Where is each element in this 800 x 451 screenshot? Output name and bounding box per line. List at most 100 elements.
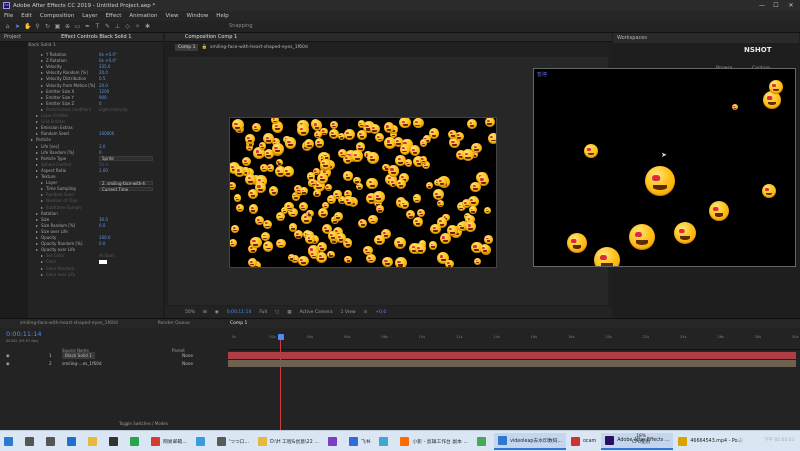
menu-window[interactable]: Window: [187, 13, 209, 19]
playhead-handle[interactable]: [278, 334, 284, 340]
visibility-icon[interactable]: ◉: [6, 360, 10, 367]
effect-property-row[interactable]: Velocity Distribution ▸ 0.5: [0, 76, 160, 82]
tab-render-queue[interactable]: Render Queue: [158, 321, 190, 326]
effect-property-row[interactable]: Size ▸ 30.0: [0, 217, 160, 223]
disclosure-triangle-icon[interactable]: ▸: [41, 101, 43, 107]
camera-select[interactable]: Active Camera: [300, 310, 333, 315]
effect-property-row[interactable]: Color ▸: [0, 259, 160, 265]
property-dropdown[interactable]: Current Time: [99, 186, 153, 192]
hand-tool-icon[interactable]: ✋: [24, 23, 31, 30]
disclosure-triangle-icon[interactable]: ▸: [36, 235, 38, 241]
rectangle-tool-icon[interactable]: ▭: [74, 23, 81, 30]
effect-property-row[interactable]: Velocity Random [%] ▸ 20.0: [0, 70, 160, 76]
property-value[interactable]: 235.0: [99, 64, 110, 70]
disclosure-triangle-icon[interactable]: ▸: [41, 76, 43, 82]
menu-composition[interactable]: Composition: [40, 13, 74, 19]
property-value[interactable]: Light Intensity: [99, 107, 128, 113]
effect-property-row[interactable]: Opacity ▸ 100.0: [0, 235, 160, 241]
layer-row[interactable]: ◉ 2 smiling-...es_1f60d None: [0, 360, 226, 367]
property-value[interactable]: 0: [99, 101, 102, 107]
effect-property-row[interactable]: Size over Life ▸: [0, 229, 160, 235]
disclosure-triangle-icon[interactable]: ▸: [41, 64, 43, 70]
disclosure-triangle-icon[interactable]: ▸: [41, 259, 43, 265]
tab-effect-controls[interactable]: Effect Controls Black Solid 1: [61, 34, 131, 40]
disclosure-triangle-icon[interactable]: ▸: [36, 229, 38, 235]
effect-property-row[interactable]: Emitter Size X ▸ 1200: [0, 89, 160, 95]
property-value[interactable]: 900: [99, 95, 107, 101]
effect-property-row[interactable]: Layer Emitter ▸: [0, 113, 160, 119]
brush-tool-icon[interactable]: ✎: [104, 23, 111, 30]
effect-property-row[interactable]: Rotation ▸: [0, 211, 160, 217]
taskbar-item[interactable]: videoleap去水印数码...: [494, 432, 566, 450]
color-swatch[interactable]: [99, 260, 107, 265]
exposure-value[interactable]: +0.0: [375, 310, 386, 315]
tab-layer-footage[interactable]: smiling-face-with-heart-shaped-eyes_1f60…: [20, 321, 118, 326]
property-value[interactable]: 20.0: [99, 70, 108, 76]
effect-property-row[interactable]: Subframe Sample ▸: [0, 205, 160, 211]
effect-property-row[interactable]: Emission Extras ▸: [0, 125, 160, 131]
taskbar-item[interactable]: [375, 433, 395, 450]
layer-parent[interactable]: None: [182, 352, 193, 359]
disclosure-triangle-icon[interactable]: ▸: [36, 247, 38, 253]
effect-property-row[interactable]: Emitter Size Y ▸ 900: [0, 95, 160, 101]
property-value[interactable]: 100.0: [99, 235, 110, 241]
tab-composition[interactable]: Composition Comp 1: [185, 34, 237, 40]
effect-property-row[interactable]: Aspect Ratio ▸ 1.00: [0, 168, 160, 174]
effect-property-row[interactable]: Set Color ▸ At Start: [0, 253, 160, 259]
taskbar-item[interactable]: [324, 433, 344, 450]
puppet-tool-icon[interactable]: ✱: [144, 23, 151, 30]
effect-property-row[interactable]: Particles/sec modifiers ▸ Light Intensity: [0, 107, 160, 113]
taskbar-item[interactable]: D:\H 工程&创意\22 ...: [254, 433, 323, 450]
eraser-tool-icon[interactable]: ◇: [124, 23, 131, 30]
disclosure-triangle-icon[interactable]: ▸: [41, 95, 43, 101]
selection-tool-icon[interactable]: ➤: [14, 23, 21, 30]
disclosure-triangle-icon[interactable]: ▸: [36, 119, 38, 125]
clone-stamp-tool-icon[interactable]: ⊥: [114, 23, 121, 30]
disclosure-triangle-icon[interactable]: ▸: [41, 70, 43, 76]
effect-property-row[interactable]: Emitter Size Z ▸ 0: [0, 101, 160, 107]
disclosure-triangle-icon[interactable]: ▸: [41, 58, 43, 64]
preview-popup-window[interactable]: 暂停 ➤: [533, 68, 796, 267]
disclosure-triangle-icon[interactable]: ▸: [41, 52, 43, 58]
effect-property-row[interactable]: Opacity over Life ▸: [0, 247, 160, 253]
pen-tool-icon[interactable]: ✒: [84, 23, 91, 30]
grid-icon[interactable]: ⊞: [203, 310, 207, 315]
taskbar-item[interactable]: [473, 433, 493, 450]
taskbar-item[interactable]: [0, 433, 20, 450]
menu-animation[interactable]: Animation: [129, 13, 157, 19]
time-ruler[interactable]: 0s 02s 04s 06s 08s 10s 12s 14s 16s 18s 20s 22s 24s 26…: [228, 330, 800, 350]
disclosure-triangle-icon[interactable]: ▸: [36, 223, 38, 229]
views-select[interactable]: 1 View: [341, 310, 356, 315]
effect-property-row[interactable]: Time Sampling ▸ Current Time: [0, 186, 160, 192]
effect-property-row[interactable]: Number of Clips ▸: [0, 198, 160, 204]
camera-snapshot-icon[interactable]: ◉: [215, 310, 219, 315]
current-time-display[interactable]: 0;00;11;14: [227, 310, 252, 315]
disclosure-triangle-icon[interactable]: ▸: [36, 125, 38, 131]
region-of-interest-icon[interactable]: ▢: [275, 310, 279, 315]
menu-view[interactable]: View: [165, 13, 178, 19]
property-value[interactable]: 0x +0.0°: [99, 52, 117, 58]
effect-property-row[interactable]: Life Random [%] ▸ 0: [0, 150, 160, 156]
effect-property-row[interactable]: Layer ▸ 2. smiling-face-with-h: [0, 180, 160, 186]
property-value[interactable]: 0: [99, 150, 102, 156]
disclosure-triangle-icon[interactable]: ▸: [41, 205, 43, 211]
transparency-grid-icon[interactable]: ▦: [287, 310, 291, 315]
effect-property-row[interactable]: Particle Type ▸ Sprite: [0, 156, 160, 162]
disclosure-triangle-icon[interactable]: ▸: [36, 241, 38, 247]
tab-comp-1[interactable]: Comp 1: [230, 321, 247, 326]
comp-tab[interactable]: Comp 1: [175, 43, 199, 51]
taskbar-item[interactable]: 小影 - 剪辑工作台 副本 ...: [396, 433, 472, 450]
disclosure-triangle-icon[interactable]: ▸: [41, 83, 43, 89]
tab-project[interactable]: Project: [4, 34, 21, 40]
taskbar-item[interactable]: [63, 433, 83, 450]
effect-property-row[interactable]: Sphere Feather ▸ 50.0: [0, 162, 160, 168]
layer-row[interactable]: ◉ 1 Black Solid 1 None: [0, 352, 226, 359]
disclosure-triangle-icon[interactable]: ▸: [31, 137, 33, 143]
disclosure-triangle-icon[interactable]: ▸: [41, 272, 43, 278]
effect-property-row[interactable]: Color Random ▸: [0, 266, 160, 272]
property-dropdown[interactable]: 2. smiling-face-with-h: [99, 180, 153, 186]
taskbar-item[interactable]: [105, 433, 125, 450]
taskbar-item[interactable]: [42, 433, 62, 450]
disclosure-triangle-icon[interactable]: ▸: [41, 107, 43, 113]
menu-layer[interactable]: Layer: [82, 13, 97, 19]
